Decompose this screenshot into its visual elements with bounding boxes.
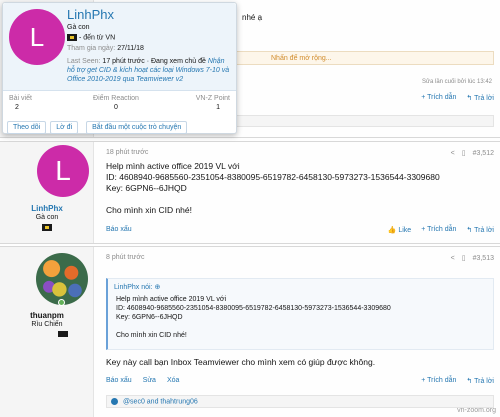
quote-button[interactable]: + Trích dẫn <box>421 226 456 234</box>
post-footer: Báo xấu Sửa Xóa + Trích dẫn ↰ Trả lời <box>106 377 494 389</box>
quote-block: LinhPhx nói: ⊕ Help mình active office 2… <box>106 278 494 350</box>
avatar[interactable] <box>36 253 88 305</box>
author-flag <box>0 223 94 232</box>
member-joined: Tham gia ngày: 27/11/18 <box>67 45 144 52</box>
like-button[interactable]: 👍 Like <box>388 226 412 234</box>
post-number[interactable]: #3,513 <box>473 255 494 262</box>
post-footer: Báo xấu 👍 Like + Trích dẫn ↰ Trả lời <box>106 226 494 238</box>
watermark: vn-zoom.org <box>457 407 496 414</box>
member-location: - đến từ VN <box>67 34 115 41</box>
author-name[interactable]: thuanpm <box>0 311 94 320</box>
post-time[interactable]: 8 phút trước <box>106 254 144 261</box>
flag-icon <box>67 34 77 41</box>
post-user-column: L LinhPhx Gà con <box>0 142 94 243</box>
quote-expand-label: Nhấn để mở rộng... <box>271 55 332 62</box>
share-icon[interactable]: < <box>451 255 455 262</box>
start-conversation-button[interactable]: Bắt đầu một cuộc trò chuyện <box>86 121 188 134</box>
post-number[interactable]: #3,512 <box>473 150 494 157</box>
bookmark-icon[interactable]: ▯ <box>462 149 466 157</box>
member-actions: Theo dõi Lờ đi Bắt đầu một cuộc trò chuy… <box>7 121 188 134</box>
reply-button[interactable]: ↰ Trả lời <box>466 377 494 385</box>
post-body-tail: nhé ạ <box>242 13 263 22</box>
reply-button[interactable]: ↰ Trả lời <box>466 226 494 234</box>
post-user-column: thuanpm Rìu Chiến <box>0 247 94 417</box>
follow-button[interactable]: Theo dõi <box>7 121 47 134</box>
author-rank-icon <box>58 331 68 337</box>
stat-posts: Bài viết 2 <box>9 95 32 111</box>
post-tools: < ▯ #3,513 <box>451 254 494 263</box>
quote-button[interactable]: + Trích dẫn <box>421 94 456 102</box>
post-tools: < ▯ #3,512 <box>451 149 494 158</box>
member-name[interactable]: LinhPhx <box>67 7 114 22</box>
online-badge <box>58 299 65 306</box>
share-icon[interactable]: < <box>451 150 455 157</box>
post-3512: L LinhPhx Gà con 18 phút trước < ▯ #3,51… <box>0 141 500 244</box>
stat-points: VN-Z Point 1 <box>195 95 230 111</box>
like-reaction-icon <box>111 398 118 405</box>
author-title: Rìu Chiến <box>31 321 63 328</box>
edited-note: Sửa lần cuối bởi lúc 13:42 <box>421 79 492 85</box>
post-3513: thuanpm Rìu Chiến 8 phút trước < ▯ #3,51… <box>0 246 500 417</box>
post-content: Help mình active office 2019 VL với ID: … <box>106 161 440 215</box>
post-content: Key này call bạn Inbox Teamviewer cho mì… <box>106 357 376 367</box>
quote-button[interactable]: + Trích dẫn <box>421 377 456 385</box>
flag-icon <box>42 224 52 232</box>
report-button[interactable]: Báo xấu <box>106 377 132 384</box>
thumbs-up-icon: 👍 <box>387 227 397 234</box>
arrow-up-icon: ⊕ <box>154 284 161 291</box>
author-name[interactable]: LinhPhx <box>0 204 94 213</box>
quote-author[interactable]: LinhPhx nói: ⊕ <box>108 279 493 293</box>
report-button[interactable]: Báo xấu <box>106 226 132 233</box>
post-header: 8 phút trước < ▯ #3,513 <box>106 254 494 266</box>
avatar[interactable]: L <box>9 9 65 65</box>
member-title: Gà con <box>67 24 90 31</box>
member-tooltip: L LinhPhx Gà con - đến từ VN Tham gia ng… <box>2 2 237 134</box>
member-last-seen: Last Seen: 17 phút trước · Đang xem chủ … <box>67 58 230 83</box>
delete-button[interactable]: Xóa <box>167 377 179 384</box>
stat-reaction-score: Điểm Reaction 0 <box>93 95 139 111</box>
post-time[interactable]: 18 phút trước <box>106 149 148 156</box>
ignore-button[interactable]: Lờ đi <box>50 121 79 134</box>
edit-button[interactable]: Sửa <box>143 377 156 384</box>
post-header: 18 phút trước < ▯ #3,512 <box>106 149 494 161</box>
member-stats: Bài viết 2 Điểm Reaction 0 VN-Z Point 1 <box>3 93 236 115</box>
author-title: Gà con <box>35 214 59 221</box>
reply-button[interactable]: ↰ Trả lời <box>466 94 494 102</box>
reaction-users[interactable]: @sec0 and thahtrung06 <box>123 398 198 405</box>
bookmark-icon[interactable]: ▯ <box>462 254 466 262</box>
quote-content: Help mình active office 2019 VL với ID: … <box>116 296 391 339</box>
reactions-bar: @sec0 and thahtrung06 <box>106 395 494 408</box>
avatar[interactable]: L <box>37 145 89 197</box>
